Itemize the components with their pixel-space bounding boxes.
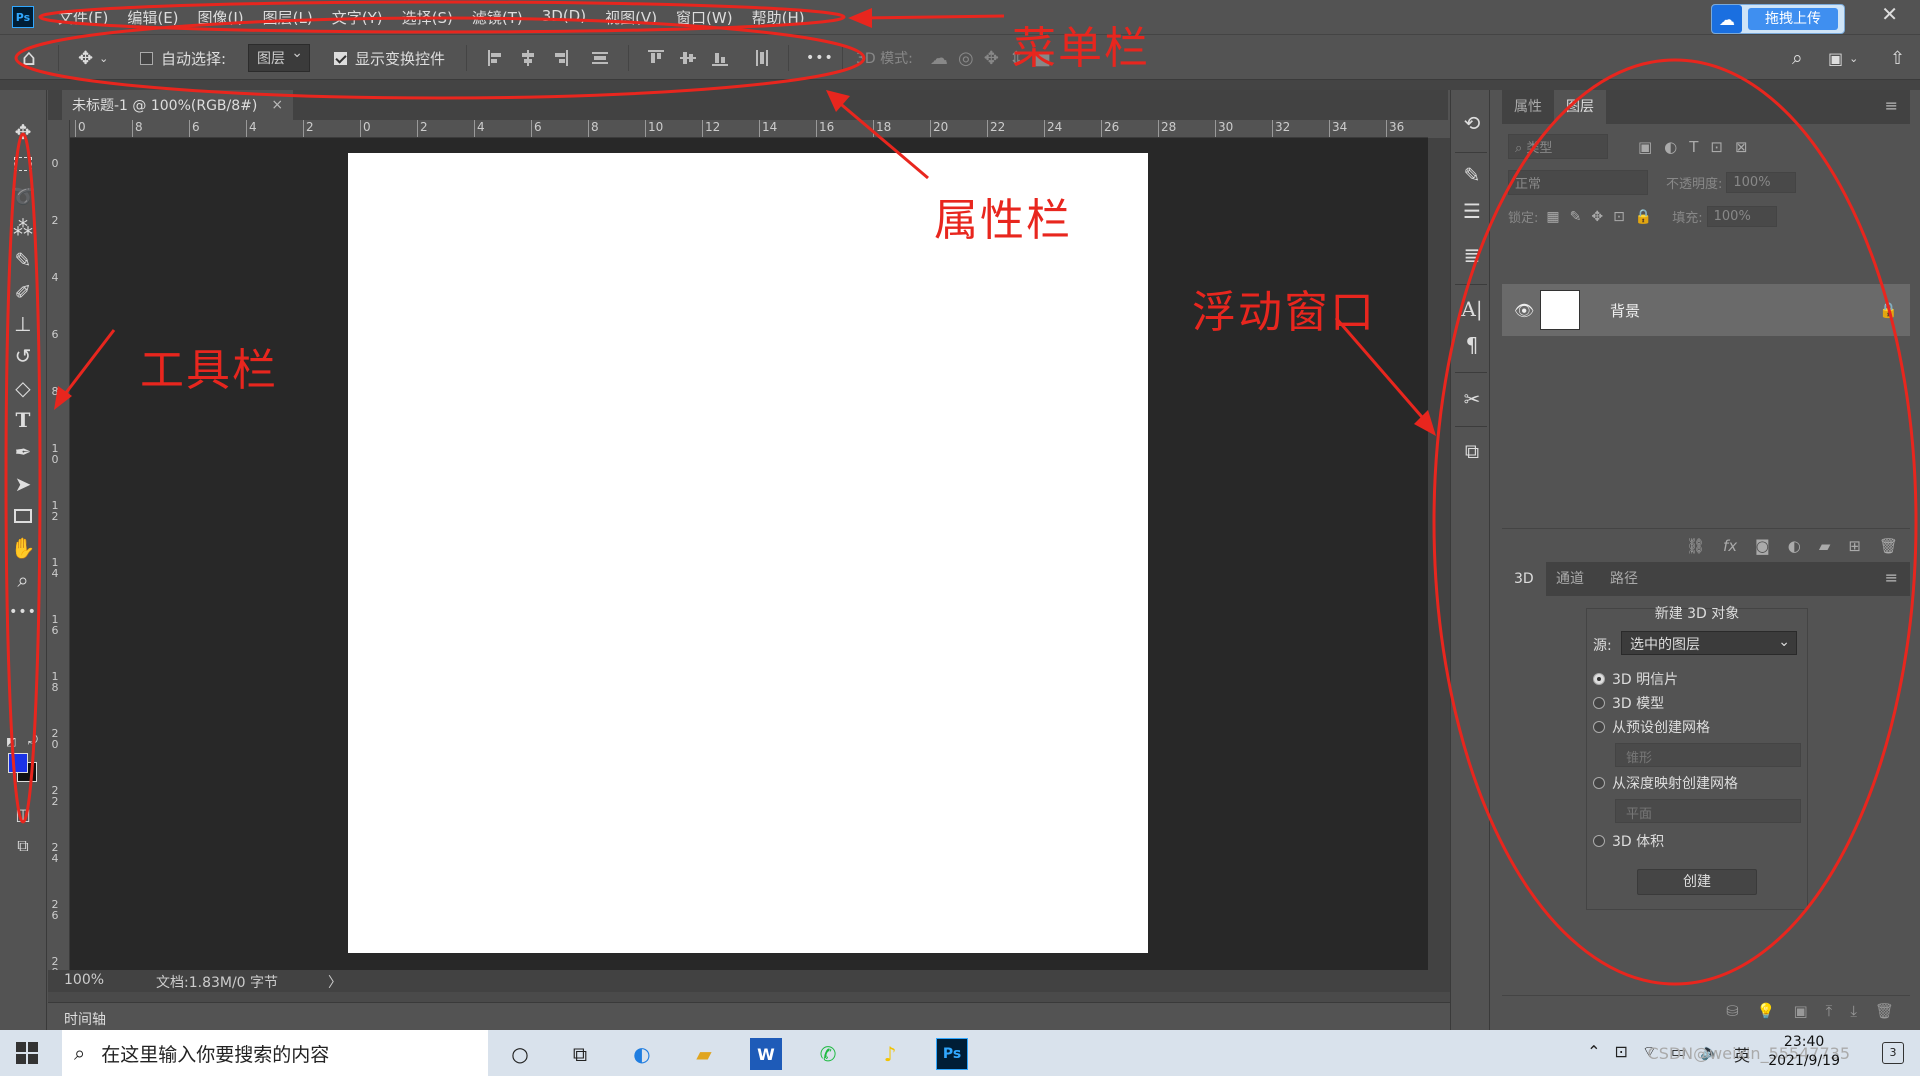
menu-arrow-head <box>848 8 872 28</box>
annotation-menu-bar: 菜单栏 <box>1012 23 1150 74</box>
music-app-icon[interactable]: ♪ <box>874 1038 906 1070</box>
annotation-toolbar: 工具栏 <box>140 345 278 396</box>
file-explorer-icon[interactable]: ▰ <box>688 1038 720 1070</box>
taskbar-search-box[interactable]: ⌕ 在这里输入你要搜索的内容 <box>62 1030 488 1076</box>
clock-date: 2021/9/19 <box>1768 1053 1840 1069</box>
options-bar-highlight <box>14 16 866 100</box>
wechat-icon[interactable]: ✆ <box>812 1038 844 1070</box>
annotation-overlay <box>4 0 1918 986</box>
edge-icon[interactable]: ◐ <box>626 1038 658 1070</box>
annotation-options-bar: 属性栏 <box>934 195 1072 246</box>
floating-window-highlight <box>1432 58 1918 986</box>
search-icon: ⌕ <box>74 1041 86 1065</box>
photoshop-taskbar-icon[interactable]: Ps <box>936 1038 968 1070</box>
menu-arrow <box>859 14 1005 20</box>
notification-center-icon[interactable]: 3 <box>1882 1042 1904 1064</box>
clock-time: 23:40 <box>1783 1034 1825 1050</box>
windows-start-icon[interactable] <box>16 1042 38 1064</box>
toolbar-highlight <box>4 132 42 824</box>
tools-arrow <box>60 329 116 399</box>
search-placeholder: 在这里输入你要搜索的内容 <box>101 1043 330 1066</box>
options-arrow <box>835 98 929 180</box>
tray-chevron-icon[interactable]: ⌃ <box>1587 1042 1600 1066</box>
taskbar-clock[interactable]: 23:40 2021/9/19 <box>1768 1033 1840 1071</box>
annotation-floating-window: 浮动窗口 <box>1192 287 1376 338</box>
task-view-icon[interactable]: ⧉ <box>564 1038 596 1070</box>
windows-taskbar: ⌕ 在这里输入你要搜索的内容 ○ ⧉ ◐ ▰ W ✆ ♪ Ps ⌃ ⊡ ⌔ ▭ … <box>0 1030 1920 1076</box>
tray-network-app-icon[interactable]: ⊡ <box>1614 1042 1627 1066</box>
cortana-icon[interactable]: ○ <box>504 1038 536 1070</box>
word-icon[interactable]: W <box>750 1038 782 1070</box>
